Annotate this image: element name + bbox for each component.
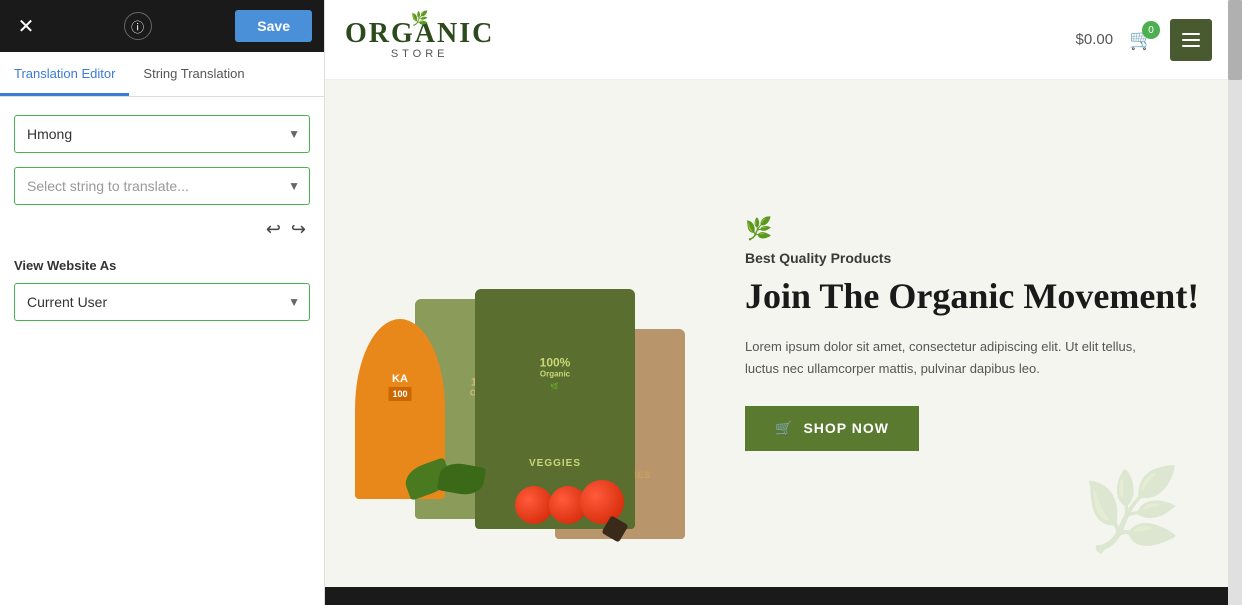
panel-content: HmongEnglishSpanishFrenchGerman ▼ Select… bbox=[0, 97, 324, 258]
language-select[interactable]: HmongEnglishSpanishFrenchGerman bbox=[14, 115, 310, 153]
store-logo: 🌿 Organic Store bbox=[345, 20, 494, 60]
footer-dark-bar bbox=[325, 587, 1242, 605]
preview-wrapper: 🌿 Organic Store $0.00 🛒 0 bbox=[325, 0, 1242, 605]
deco-leaf: 🌿 bbox=[1082, 463, 1182, 557]
view-as-dropdown-wrap: Current UserGuestAdmin ▼ bbox=[14, 283, 310, 321]
tab-bar: Translation Editor String Translation bbox=[0, 52, 324, 97]
hero-title: Join The Organic Movement! bbox=[745, 276, 1202, 317]
header-right: $0.00 🛒 0 bbox=[1076, 19, 1212, 61]
save-button[interactable]: Save bbox=[235, 10, 312, 42]
undo-redo-bar: ↩ ↪ bbox=[14, 219, 310, 240]
cart-price: $0.00 bbox=[1076, 31, 1114, 48]
store-header: 🌿 Organic Store $0.00 🛒 0 bbox=[325, 0, 1242, 80]
close-button[interactable]: ✕ bbox=[12, 12, 40, 40]
scrollbar-thumb[interactable] bbox=[1228, 0, 1242, 80]
tab-string-translation[interactable]: String Translation bbox=[129, 52, 258, 96]
shop-now-label: Shop Now bbox=[803, 420, 889, 436]
hero-section: 100% Organic 100% Organic 🌿 VEGGIES bbox=[325, 80, 1242, 587]
tab-translation-editor[interactable]: Translation Editor bbox=[0, 52, 129, 96]
left-panel: ✕ ⓘ Save Translation Editor String Trans… bbox=[0, 0, 325, 605]
shop-now-button[interactable]: 🛒 Shop Now bbox=[745, 406, 919, 451]
logo-store-text: Store bbox=[391, 48, 449, 60]
view-as-label: View Website As bbox=[14, 258, 310, 273]
cart-badge: 0 bbox=[1142, 21, 1160, 39]
menu-line-2 bbox=[1182, 39, 1200, 41]
tomato-1 bbox=[515, 486, 553, 524]
menu-line-3 bbox=[1182, 45, 1200, 47]
string-select[interactable]: Select string to translate... bbox=[14, 167, 310, 205]
menu-line-1 bbox=[1182, 33, 1200, 35]
hero-subtitle: Best Quality Products bbox=[745, 250, 1202, 266]
hero-description: Lorem ipsum dolor sit amet, consectetur … bbox=[745, 336, 1145, 380]
top-bar: ✕ ⓘ Save bbox=[0, 0, 324, 52]
view-as-select[interactable]: Current UserGuestAdmin bbox=[14, 283, 310, 321]
undo-button[interactable]: ↩ bbox=[266, 219, 281, 240]
scrollbar[interactable] bbox=[1228, 0, 1242, 605]
string-dropdown-wrap: Select string to translate... ▼ bbox=[14, 167, 310, 205]
view-as-section: View Website As Current UserGuestAdmin ▼ bbox=[0, 258, 324, 335]
menu-button[interactable] bbox=[1170, 19, 1212, 61]
tomato-3 bbox=[580, 480, 624, 524]
hero-leaf-icon: 🌿 bbox=[745, 216, 1202, 242]
bag-veggies-label: VEGGIES bbox=[529, 458, 581, 469]
tomatoes bbox=[515, 480, 616, 529]
hero-text-area: 🌿 Best Quality Products Join The Organic… bbox=[725, 216, 1202, 451]
language-dropdown-wrap: HmongEnglishSpanishFrenchGerman ▼ bbox=[14, 115, 310, 153]
cart-icon-wrap[interactable]: 🛒 0 bbox=[1129, 27, 1154, 52]
redo-button[interactable]: ↪ bbox=[291, 219, 306, 240]
cart-shop-icon: 🛒 bbox=[775, 420, 793, 437]
hero-image-area: 100% Organic 100% Organic 🌿 VEGGIES bbox=[345, 119, 725, 549]
product-bag-group: 100% Organic 100% Organic 🌿 VEGGIES bbox=[355, 169, 715, 549]
info-button[interactable]: ⓘ bbox=[124, 12, 152, 40]
leaves bbox=[405, 464, 469, 499]
